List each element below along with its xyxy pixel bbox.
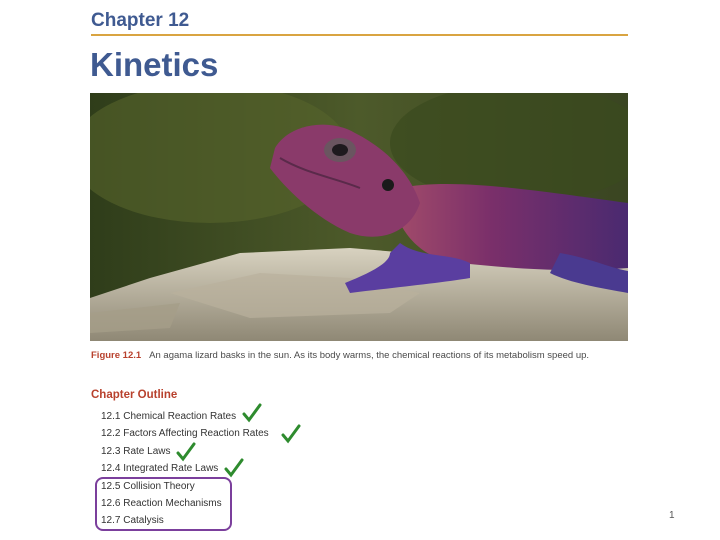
title-rule: [91, 34, 628, 36]
page-title: Kinetics: [90, 46, 219, 83]
figure-caption: Figure 12.1 An agama lizard basks in the …: [91, 350, 621, 362]
chapter-label: Chapter 12: [91, 10, 190, 31]
figure-label: Figure 12.1: [91, 350, 142, 361]
figure-caption-text: An agama lizard basks in the sun. As its…: [149, 350, 590, 361]
page-number: 1: [669, 510, 675, 521]
outline-heading: Chapter Outline: [91, 389, 178, 401]
checkmark-icon: [242, 403, 262, 423]
lizard-photo: [90, 93, 628, 341]
checkmark-icon: [224, 458, 244, 478]
outline-item-12-2[interactable]: 12.2 Factors Affecting Reaction Rates: [101, 425, 269, 442]
checkmark-icon: [281, 424, 301, 444]
checkmark-icon: [176, 442, 196, 462]
highlight-box: [95, 477, 232, 531]
